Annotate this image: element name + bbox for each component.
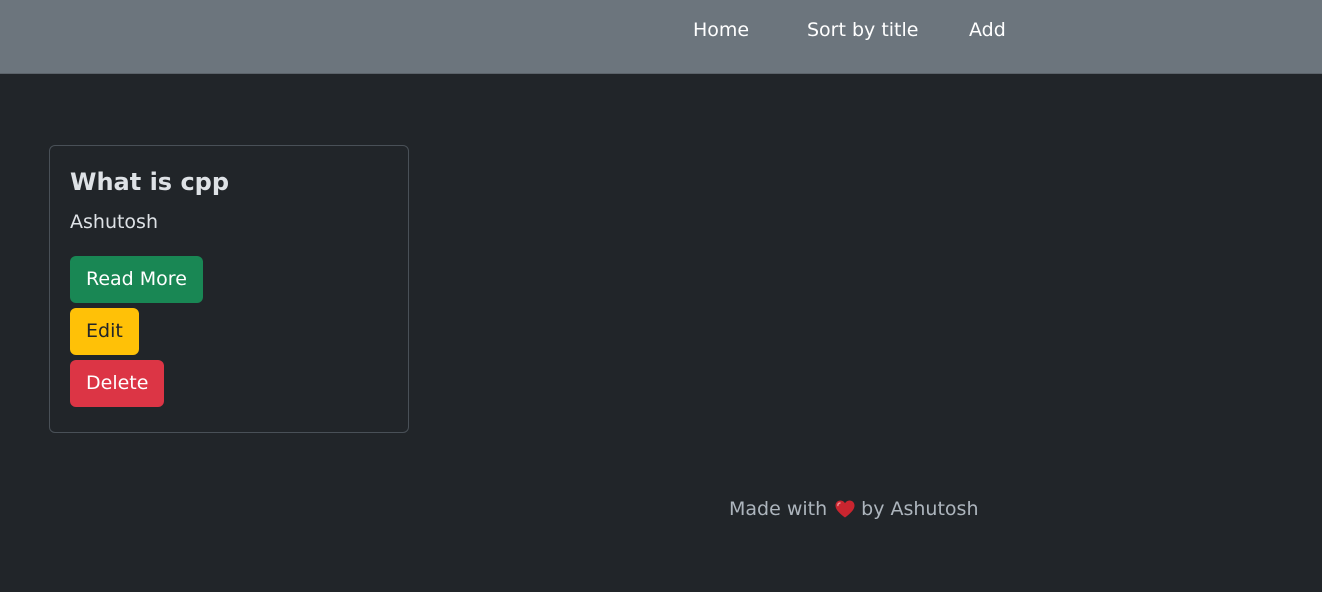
post-card: What is cpp Ashutosh Read More Edit Dele…	[49, 145, 409, 433]
nav-link-home[interactable]: Home	[693, 17, 749, 43]
read-more-button[interactable]: Read More	[70, 256, 203, 303]
edit-button[interactable]: Edit	[70, 308, 139, 355]
delete-button[interactable]: Delete	[70, 360, 165, 407]
nav-link-add[interactable]: Add	[969, 17, 1006, 43]
post-author: Ashutosh	[70, 211, 158, 233]
footer-prefix: Made with	[729, 498, 828, 520]
nav-link-sort-by-title[interactable]: Sort by title	[807, 17, 918, 43]
top-navbar: Home Sort by title Add	[0, 0, 1322, 74]
heart-icon	[835, 499, 855, 525]
post-title: What is cpp	[70, 168, 230, 196]
footer: Made with by Ashutosh	[729, 496, 978, 525]
footer-suffix: by Ashutosh	[861, 498, 979, 520]
